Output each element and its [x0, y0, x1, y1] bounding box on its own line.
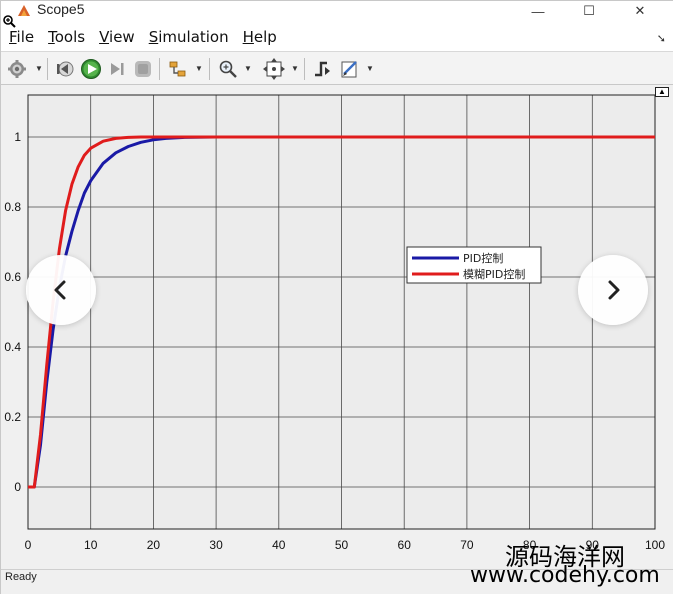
chevron-left-icon [54, 280, 66, 300]
y-tick-label: 0 [14, 480, 21, 494]
title-bar: Scope5 — ☐ ✕ [1, 1, 673, 23]
y-tick-label: 0.8 [4, 200, 21, 214]
menu-tools[interactable]: Tools [48, 28, 85, 46]
autoscale-dropdown-icon[interactable]: ▼ [291, 64, 299, 73]
zoom-button[interactable] [217, 58, 239, 80]
step-back-icon [57, 61, 74, 77]
x-tick-label: 10 [84, 538, 98, 552]
menu-tools-label: ools [54, 28, 86, 46]
dock-arrow-icon[interactable]: ➘ [657, 32, 666, 45]
window-title: Scope5 [37, 1, 85, 17]
highlight-icon [169, 61, 186, 77]
menu-simulation[interactable]: Simulation [149, 28, 229, 46]
menu-file[interactable]: File [9, 28, 34, 46]
x-tick-label: 70 [460, 538, 474, 552]
menu-simulation-label: imulation [158, 28, 229, 46]
settings-dropdown-icon[interactable]: ▼ [35, 64, 43, 73]
menu-bar: File Tools View Simulation Help ➘ [1, 23, 673, 51]
zoom-dropdown-icon[interactable]: ▼ [244, 64, 252, 73]
menu-help[interactable]: Help [243, 28, 277, 46]
zoom-icon [219, 60, 237, 78]
menu-file-mnemonic: F [9, 28, 17, 46]
menu-help-mnemonic: H [242, 28, 254, 46]
toolbar-separator [159, 58, 160, 80]
maximize-button[interactable]: ☐ [566, 1, 612, 21]
scope-window: Scope5 — ☐ ✕ File Tools View Simulation … [0, 0, 673, 594]
step-forward-icon [111, 63, 124, 75]
x-tick-label: 20 [147, 538, 161, 552]
stop-button[interactable] [132, 58, 154, 80]
menu-tools-mnemonic: T [48, 28, 55, 46]
scope-app-icon [18, 5, 30, 16]
x-tick-label: 50 [335, 538, 349, 552]
carousel-next-button[interactable] [578, 255, 648, 325]
legend: PID控制模糊PID控制 [406, 246, 542, 284]
style-icon [341, 61, 357, 78]
highlight-button[interactable] [167, 58, 189, 80]
run-button[interactable] [80, 58, 102, 80]
toolbar-separator [47, 58, 48, 80]
move-cursor-icon [3, 15, 16, 28]
chevron-right-icon [608, 280, 620, 300]
carousel-prev-button[interactable] [26, 255, 96, 325]
x-tick-label: 0 [25, 538, 32, 552]
highlight-dropdown-icon[interactable]: ▼ [195, 64, 203, 73]
legend-label: PID控制 [463, 251, 503, 265]
toolbar-separator [209, 58, 210, 80]
x-tick-label: 100 [645, 538, 665, 552]
minimize-button[interactable]: — [515, 1, 561, 21]
watermark-url: www.codehy.com [470, 563, 660, 588]
legend-label: 模糊PID控制 [463, 267, 525, 281]
scope-plot[interactable]: 0 10 20 30 40 50 60 70 80 90 10000.20.40.60.81PID控… [1, 85, 673, 569]
y-tick-label: 0.4 [4, 340, 21, 354]
triggers-button[interactable] [312, 58, 334, 80]
x-tick-label: 60 [398, 538, 412, 552]
close-button[interactable]: ✕ [617, 1, 663, 21]
x-tick-label: 30 [209, 538, 223, 552]
autoscale-icon [263, 58, 285, 80]
menu-view-mnemonic: V [99, 28, 110, 46]
menu-help-label: elp [253, 28, 277, 46]
status-text: Ready [5, 571, 37, 583]
menu-view-label: iew [109, 28, 135, 46]
toolbar-separator [304, 58, 305, 80]
menu-simulation-mnemonic: S [148, 28, 159, 46]
settings-button[interactable] [6, 58, 28, 80]
autoscale-button[interactable] [263, 58, 285, 80]
y-tick-label: 0.6 [4, 270, 21, 284]
triggers-icon [315, 61, 330, 77]
close-icon: ✕ [634, 3, 646, 18]
minimize-icon: — [531, 3, 545, 19]
stop-icon [135, 61, 151, 77]
menu-view[interactable]: View [99, 28, 135, 46]
style-dropdown-icon[interactable]: ▼ [366, 64, 374, 73]
step-forward-button[interactable] [106, 58, 128, 80]
menu-file-label: ile [16, 28, 35, 46]
y-tick-label: 0.2 [4, 410, 21, 424]
step-back-button[interactable] [54, 58, 76, 80]
maximize-icon: ☐ [583, 3, 595, 18]
toolbar: ▼ ▼ ▼ ▼ ▼ [1, 51, 673, 85]
x-tick-label: 40 [272, 538, 286, 552]
style-button[interactable] [339, 58, 361, 80]
run-icon [81, 59, 101, 79]
y-tick-label: 1 [14, 130, 21, 144]
settings-icon [8, 60, 26, 78]
